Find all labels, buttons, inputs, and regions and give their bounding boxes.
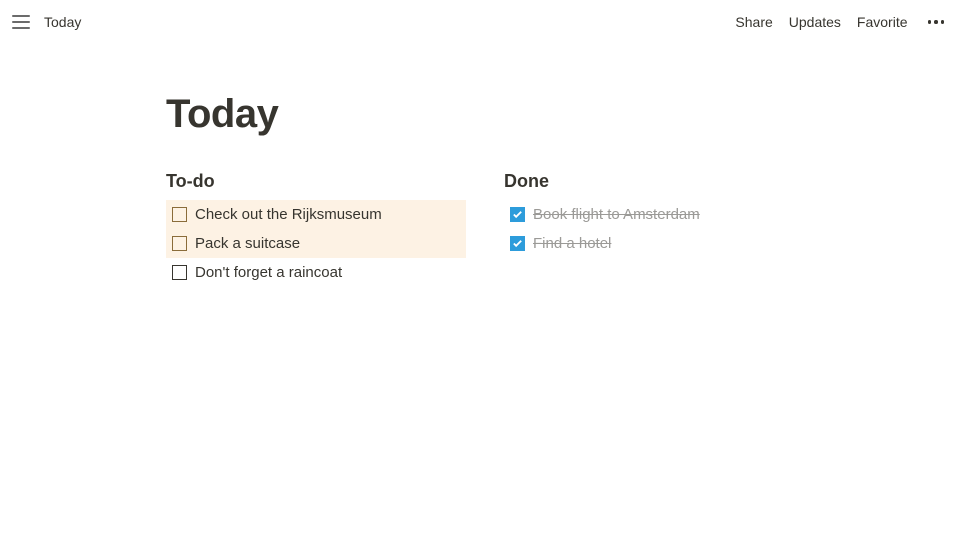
menu-icon[interactable]: [12, 15, 30, 29]
todo-heading: To-do: [166, 171, 466, 192]
updates-button[interactable]: Updates: [789, 14, 841, 30]
share-button[interactable]: Share: [735, 14, 772, 30]
done-column: Done Book flight to Amsterdam Find a hot…: [504, 171, 804, 287]
todo-item-label: Check out the Rijksmuseum: [195, 206, 382, 223]
page-content: Today To-do Check out the Rijksmuseum Pa…: [0, 44, 960, 287]
todo-column: To-do Check out the Rijksmuseum Pack a s…: [166, 171, 466, 287]
todo-item-label: Pack a suitcase: [195, 235, 300, 252]
topbar: Today Share Updates Favorite: [0, 0, 960, 44]
page-title: Today: [166, 92, 960, 137]
todo-item[interactable]: Don't forget a raincoat: [166, 258, 466, 287]
done-item-label: Book flight to Amsterdam: [533, 206, 700, 223]
checkbox-unchecked-icon[interactable]: [172, 236, 187, 251]
checkbox-unchecked-icon[interactable]: [172, 265, 187, 280]
topbar-actions: Share Updates Favorite: [735, 14, 948, 30]
todo-item-label: Don't forget a raincoat: [195, 264, 342, 281]
checkbox-checked-icon[interactable]: [510, 207, 525, 222]
todo-item[interactable]: Pack a suitcase: [166, 229, 466, 258]
done-item[interactable]: Book flight to Amsterdam: [504, 200, 804, 229]
done-heading: Done: [504, 171, 804, 192]
checkbox-checked-icon[interactable]: [510, 236, 525, 251]
breadcrumb[interactable]: Today: [44, 14, 81, 30]
done-item-label: Find a hotel: [533, 235, 611, 252]
favorite-button[interactable]: Favorite: [857, 14, 908, 30]
done-item[interactable]: Find a hotel: [504, 229, 804, 258]
board-columns: To-do Check out the Rijksmuseum Pack a s…: [166, 171, 960, 287]
todo-item[interactable]: Check out the Rijksmuseum: [166, 200, 466, 229]
checkbox-unchecked-icon[interactable]: [172, 207, 187, 222]
more-icon[interactable]: [924, 16, 949, 28]
